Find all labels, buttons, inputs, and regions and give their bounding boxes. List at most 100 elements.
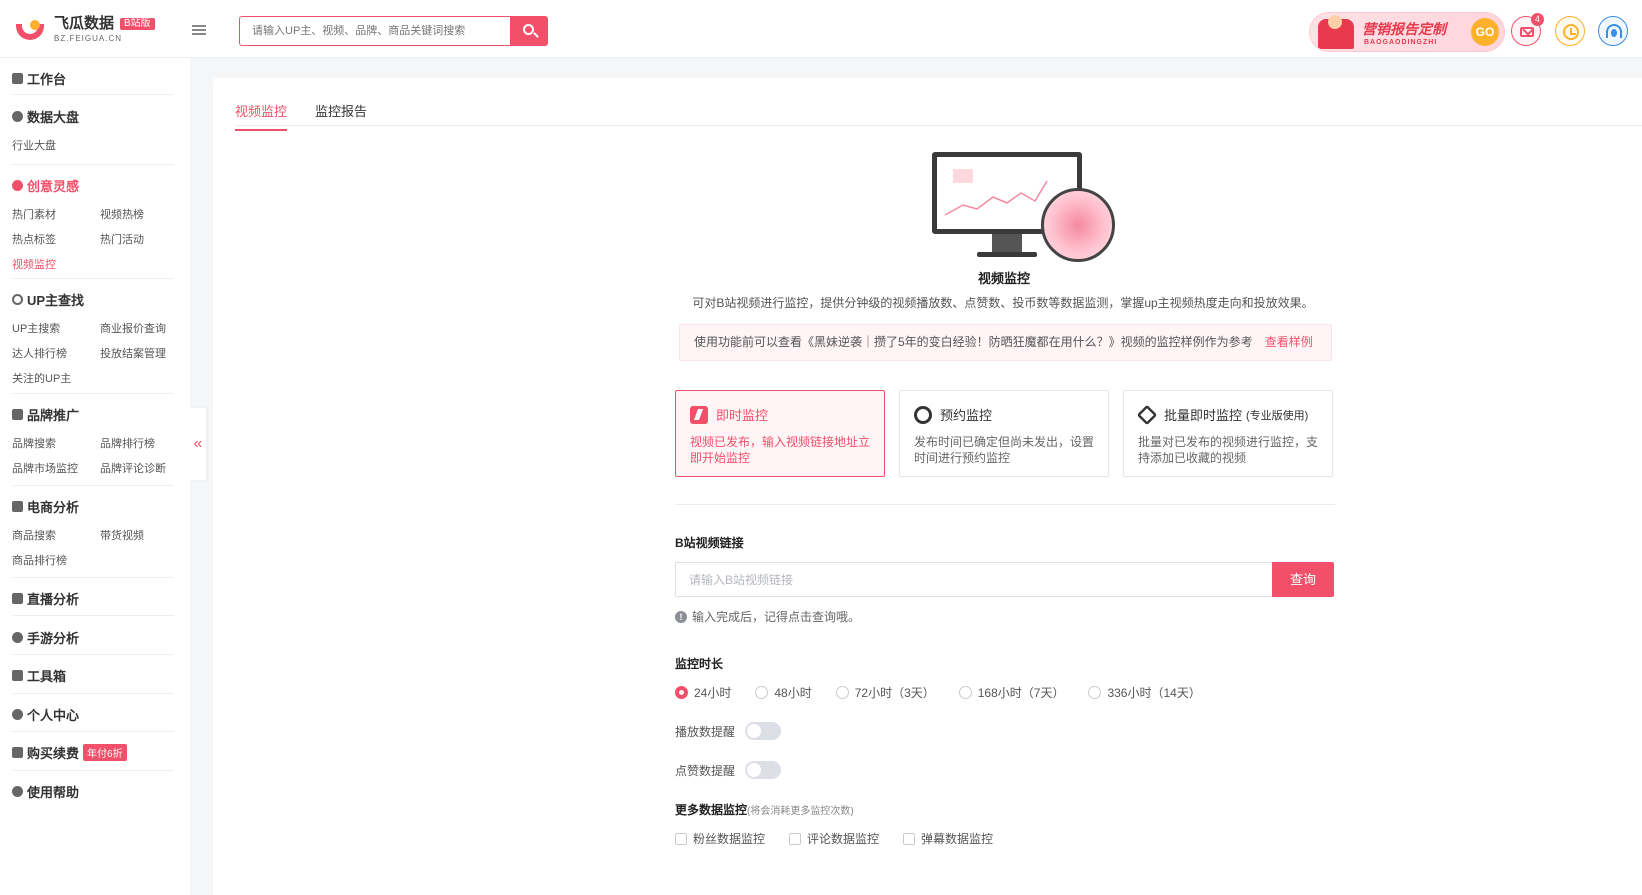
mode-card-instant[interactable]: 即时监控 视频已发布，输入视频链接地址立即开始监控 [675,390,885,477]
play-alert-label: 播放数提醒 [675,724,736,739]
toolbox-icon [12,669,23,681]
sidebar-item-campaign-mgmt[interactable]: 投放结案管理 [100,345,188,361]
checkbox-comment-monitor[interactable]: 评论数据监控 [789,830,879,847]
mode-desc-scheduled: 发布时间已确定但尚未发出，设置时间进行预约监控 [914,435,1095,465]
sidebar-purchase[interactable]: 购买续费 年付6折 [12,743,174,761]
report-custom-banner[interactable]: 营销报告定制 BAOGAODINGZHI GO [1309,12,1505,52]
sidebar-item-creator-rank[interactable]: 达人排行榜 [12,345,100,361]
discount-badge: 年付6折 [83,743,127,761]
sidebar-live[interactable]: 直播分析 [12,590,174,607]
like-alert-label: 点赞数提醒 [675,763,736,778]
customer-service-button[interactable] [1598,16,1628,46]
history-button[interactable] [1555,16,1585,46]
search-button[interactable] [510,16,548,46]
sidebar-item-price-query[interactable]: 商业报价查询 [100,320,188,336]
video-link-input[interactable] [675,562,1273,597]
checkbox-danmaku-monitor[interactable]: 弹幕数据监控 [903,830,993,847]
sidebar-item-hot-tags[interactable]: 热点标签 [12,231,100,247]
logo-badge: B站版 [120,17,155,30]
radar-icon [1041,188,1115,262]
bolt-icon [690,405,708,424]
diamond-icon [12,408,23,420]
tab-video-monitor[interactable]: 视频监控 [235,101,288,131]
cart-icon [12,500,23,512]
sidebar-up-search[interactable]: UP主查找 [12,291,174,308]
promo-figure-icon [1318,15,1354,49]
notice-text: 使用功能前可以查看《黑妹逆袭｜攒了5年的变白经验！防晒狂魔都在用什么？》视频的监… [694,335,1253,349]
promo-title: 营销报告定制 [1362,21,1446,37]
mode-card-scheduled[interactable]: 预约监控 发布时间已确定但尚未发出，设置时间进行预约监控 [899,390,1109,477]
more-monitor-label: 更多数据监控(将会消耗更多监控次数) [675,803,854,817]
sidebar-collapse-button[interactable]: « [190,408,206,480]
tab-monitor-report[interactable]: 监控报告 [315,101,367,129]
sidebar-item-brand-market[interactable]: 品牌市场监控 [12,460,100,476]
mode-desc-instant: 视频已发布，输入视频链接地址立即开始监控 [690,435,871,465]
sidebar-item-brand-search[interactable]: 品牌搜索 [12,435,100,451]
sidebar-item-followed-up[interactable]: 关注的UP主 [12,370,100,386]
sidebar: 工作台 数据大盘 行业大盘 创意灵感 热门素材 视频热榜 热点标签 热门活动 视… [0,58,190,895]
menu-toggle-icon[interactable] [192,25,206,35]
like-alert-toggle[interactable] [745,761,782,779]
logo-mark-icon [16,18,46,42]
feature-title: 视频监控 [977,271,1030,286]
sidebar-item-brand-rank[interactable]: 品牌排行榜 [100,435,188,451]
alarm-clock-icon [914,405,932,424]
sidebar-item-product-search[interactable]: 商品搜索 [12,527,100,543]
duration-radio-48h[interactable]: 48小时 [755,684,812,701]
duration-radio-24h[interactable]: 24小时 [675,684,731,701]
checkbox-fans-monitor[interactable]: 粉丝数据监控 [675,830,765,847]
sidebar-item-video-rank[interactable]: 视频热榜 [100,206,188,222]
mode-desc-batch: 批量对已发布的视频进行监控，支持添加已收藏的视频 [1138,435,1319,465]
input-hint: ! 输入完成后，记得点击查询哦。 [675,608,860,625]
sidebar-help[interactable]: 使用帮助 [12,783,174,800]
sidebar-item-hot-material[interactable]: 热门素材 [12,206,100,222]
feature-description: 可对B站视频进行监控，提供分钟级的视频播放数、点赞数、投币数等数据监测，掌握up… [692,296,1314,310]
duration-radio-168h[interactable]: 168小时（7天） [958,684,1064,701]
sidebar-creative[interactable]: 创意灵感 [12,177,174,194]
sidebar-personal[interactable]: 个人中心 [12,706,174,723]
sidebar-item-hot-events[interactable]: 热门活动 [100,231,188,247]
headset-icon [1606,24,1622,38]
sidebar-item-sales-video[interactable]: 带货视频 [100,527,188,543]
video-link-label: B站视频链接 [675,536,744,550]
logo-name: 飞瓜数据 [54,15,115,32]
duration-radio-336h[interactable]: 336小时（14天） [1088,684,1201,701]
sidebar-item-brand-comment[interactable]: 品牌评论诊断 [100,460,188,476]
info-icon: ! [675,610,687,623]
sample-notice: 使用功能前可以查看《黑妹逆袭｜攒了5年的变白经验！防晒狂魔都在用什么？》视频的监… [679,324,1332,361]
sidebar-dashboard[interactable]: 数据大盘 [12,108,174,125]
sidebar-item-industry[interactable]: 行业大盘 [12,137,100,153]
view-sample-link[interactable]: 查看样例 [1265,335,1313,349]
mail-button[interactable]: 4 [1511,13,1544,46]
search-input[interactable] [239,16,510,46]
like-alert-row: 点赞数提醒 [675,761,782,779]
divider [675,504,1335,505]
duration-label: 监控时长 [675,657,724,671]
sidebar-item-up-search[interactable]: UP主搜索 [12,320,100,336]
mode-card-batch[interactable]: 批量即时监控 (专业版使用) 批量对已发布的视频进行监控，支持添加已收藏的视频 [1123,390,1333,477]
sidebar-brand[interactable]: 品牌推广 [12,406,174,423]
duration-radio-72h[interactable]: 72小时（3天） [835,684,935,701]
sidebar-item-video-monitor[interactable]: 视频监控 [12,256,100,272]
tab-bar: 视频监控 监控报告 [235,78,1642,131]
sidebar-workbench[interactable]: 工作台 [12,70,174,87]
play-alert-toggle[interactable] [745,722,782,740]
promo-subtitle: BAOGAODINGZHI [1364,39,1438,46]
logo[interactable]: 飞瓜数据 B站版 BZ.FEIGUA.CN [16,16,155,43]
sidebar-mobile-game[interactable]: 手游分析 [12,629,174,646]
pie-chart-icon [12,110,23,122]
sidebar-toolbox[interactable]: 工具箱 [12,667,174,684]
query-button[interactable]: 查询 [1272,562,1334,597]
play-alert-row: 播放数提醒 [675,722,782,740]
clock-icon [1563,24,1579,40]
promo-go-button[interactable]: GO [1471,18,1499,46]
mail-icon [1520,27,1534,37]
top-header: 飞瓜数据 B站版 BZ.FEIGUA.CN 营销报告定制 BAOGAODINGZH… [0,0,1642,58]
live-tv-icon [12,592,23,604]
duration-radio-group: 24小时 48小时 72小时（3天） 168小时（7天） 336小时（14天） [675,684,1225,701]
search-icon [12,293,23,305]
sidebar-item-product-rank[interactable]: 商品排行榜 [12,552,100,568]
credit-card-icon [12,746,23,758]
sidebar-ecommerce[interactable]: 电商分析 [12,498,174,515]
layers-icon [1136,404,1158,425]
